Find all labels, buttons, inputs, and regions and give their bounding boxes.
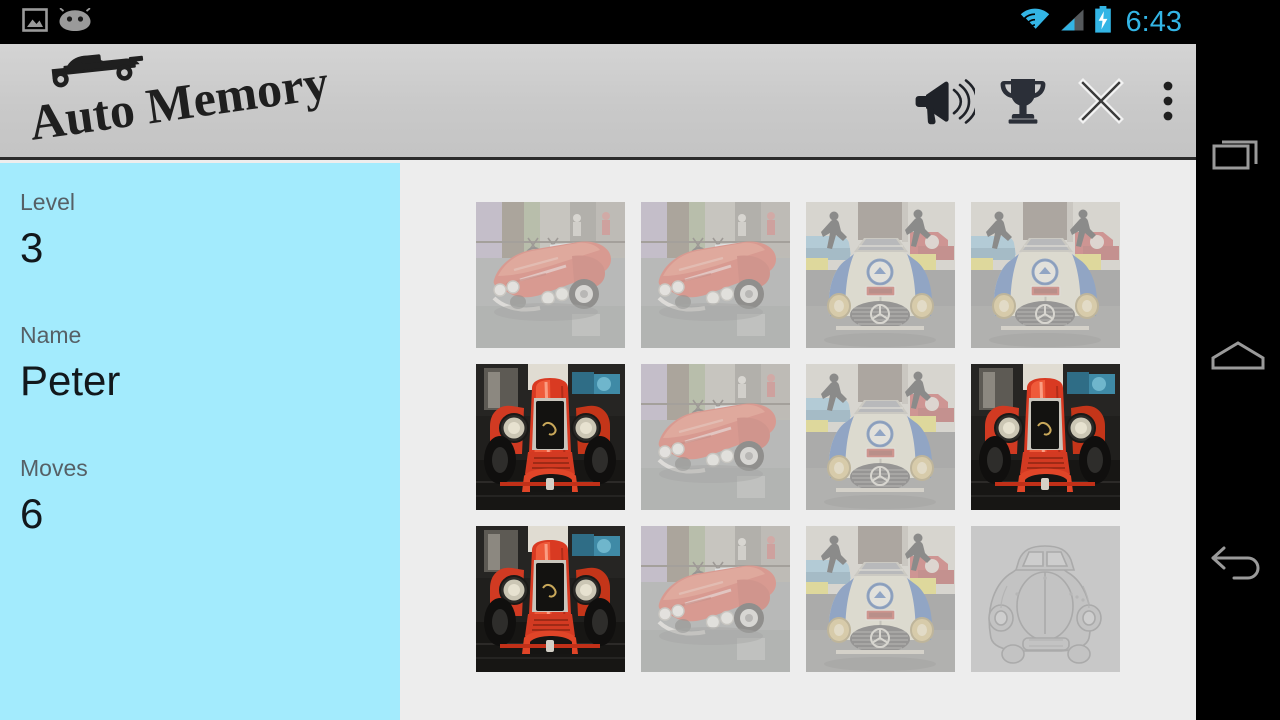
action-bar-buttons bbox=[906, 46, 1196, 156]
overflow-menu-button[interactable] bbox=[1140, 46, 1196, 156]
android-navigation-bar bbox=[1196, 0, 1280, 720]
card-face-mercedes bbox=[806, 526, 955, 672]
recents-button[interactable] bbox=[1196, 114, 1280, 198]
memory-card[interactable] bbox=[971, 364, 1120, 510]
sound-button[interactable] bbox=[906, 46, 984, 156]
screenshot-icon bbox=[22, 7, 48, 38]
stat-moves: Moves 6 bbox=[20, 451, 400, 542]
home-icon bbox=[1211, 341, 1265, 370]
card-face-mercedes bbox=[806, 202, 955, 348]
wifi-icon bbox=[1020, 8, 1050, 37]
status-bar: 6:43 bbox=[0, 0, 1196, 44]
battery-charging-icon bbox=[1094, 6, 1112, 38]
stat-level-label: Level bbox=[20, 189, 75, 215]
cellular-signal-icon bbox=[1059, 8, 1085, 37]
card-face-mercedes bbox=[806, 364, 955, 510]
stat-moves-label: Moves bbox=[20, 455, 88, 482]
memory-board bbox=[400, 163, 1196, 720]
memory-card[interactable] bbox=[806, 526, 955, 672]
card-face-mercedes bbox=[971, 202, 1120, 348]
close-button[interactable] bbox=[1062, 46, 1140, 156]
close-icon bbox=[1078, 77, 1124, 124]
app-logo: Auto Memory bbox=[24, 46, 364, 156]
highscore-button[interactable] bbox=[984, 46, 1062, 156]
card-back-icon bbox=[971, 526, 1120, 672]
status-bar-right-icons: 6:43 bbox=[1020, 6, 1196, 38]
home-button[interactable] bbox=[1196, 316, 1280, 400]
memory-card[interactable] bbox=[641, 526, 790, 672]
memory-card-face-down[interactable] bbox=[971, 526, 1120, 672]
back-button[interactable] bbox=[1196, 516, 1280, 600]
stat-level: Level 3 bbox=[20, 185, 400, 276]
overflow-menu-icon bbox=[1163, 81, 1173, 120]
android-bean-icon bbox=[58, 6, 92, 37]
status-bar-clock: 6:43 bbox=[1125, 5, 1182, 38]
memory-card[interactable] bbox=[641, 364, 790, 510]
memory-card[interactable] bbox=[806, 202, 955, 348]
status-bar-left-icons bbox=[0, 6, 92, 38]
memory-card[interactable] bbox=[641, 202, 790, 348]
card-face-alfaromeo bbox=[971, 364, 1120, 510]
card-grid bbox=[476, 202, 1120, 672]
memory-card[interactable] bbox=[806, 364, 955, 510]
trophy-icon bbox=[1000, 78, 1046, 124]
stat-level-value: 3 bbox=[20, 223, 44, 271]
game-stats-sidebar: Level 3 Name Peter Moves 6 bbox=[0, 163, 400, 720]
stat-name-label: Name bbox=[20, 322, 82, 349]
card-face-corvette bbox=[641, 202, 790, 348]
card-face-corvette bbox=[476, 202, 625, 348]
memory-card[interactable] bbox=[476, 526, 625, 672]
megaphone-icon bbox=[915, 78, 975, 124]
memory-card[interactable] bbox=[971, 202, 1120, 348]
action-bar: Auto Memory bbox=[0, 44, 1196, 160]
stat-name-value: Peter bbox=[20, 356, 121, 404]
card-face-corvette bbox=[641, 526, 790, 672]
card-face-alfaromeo bbox=[476, 364, 625, 510]
back-arrow-icon bbox=[1211, 546, 1260, 580]
stat-moves-value: 6 bbox=[20, 489, 44, 537]
device-screen: 6:43 Auto Memory Level 3 Name Peter Move… bbox=[0, 0, 1196, 720]
recents-icon bbox=[1212, 140, 1258, 170]
card-face-alfaromeo bbox=[476, 526, 625, 672]
memory-card[interactable] bbox=[476, 364, 625, 510]
stat-name: Name Peter bbox=[20, 318, 400, 409]
memory-card[interactable] bbox=[476, 202, 625, 348]
card-face-corvette bbox=[641, 364, 790, 510]
